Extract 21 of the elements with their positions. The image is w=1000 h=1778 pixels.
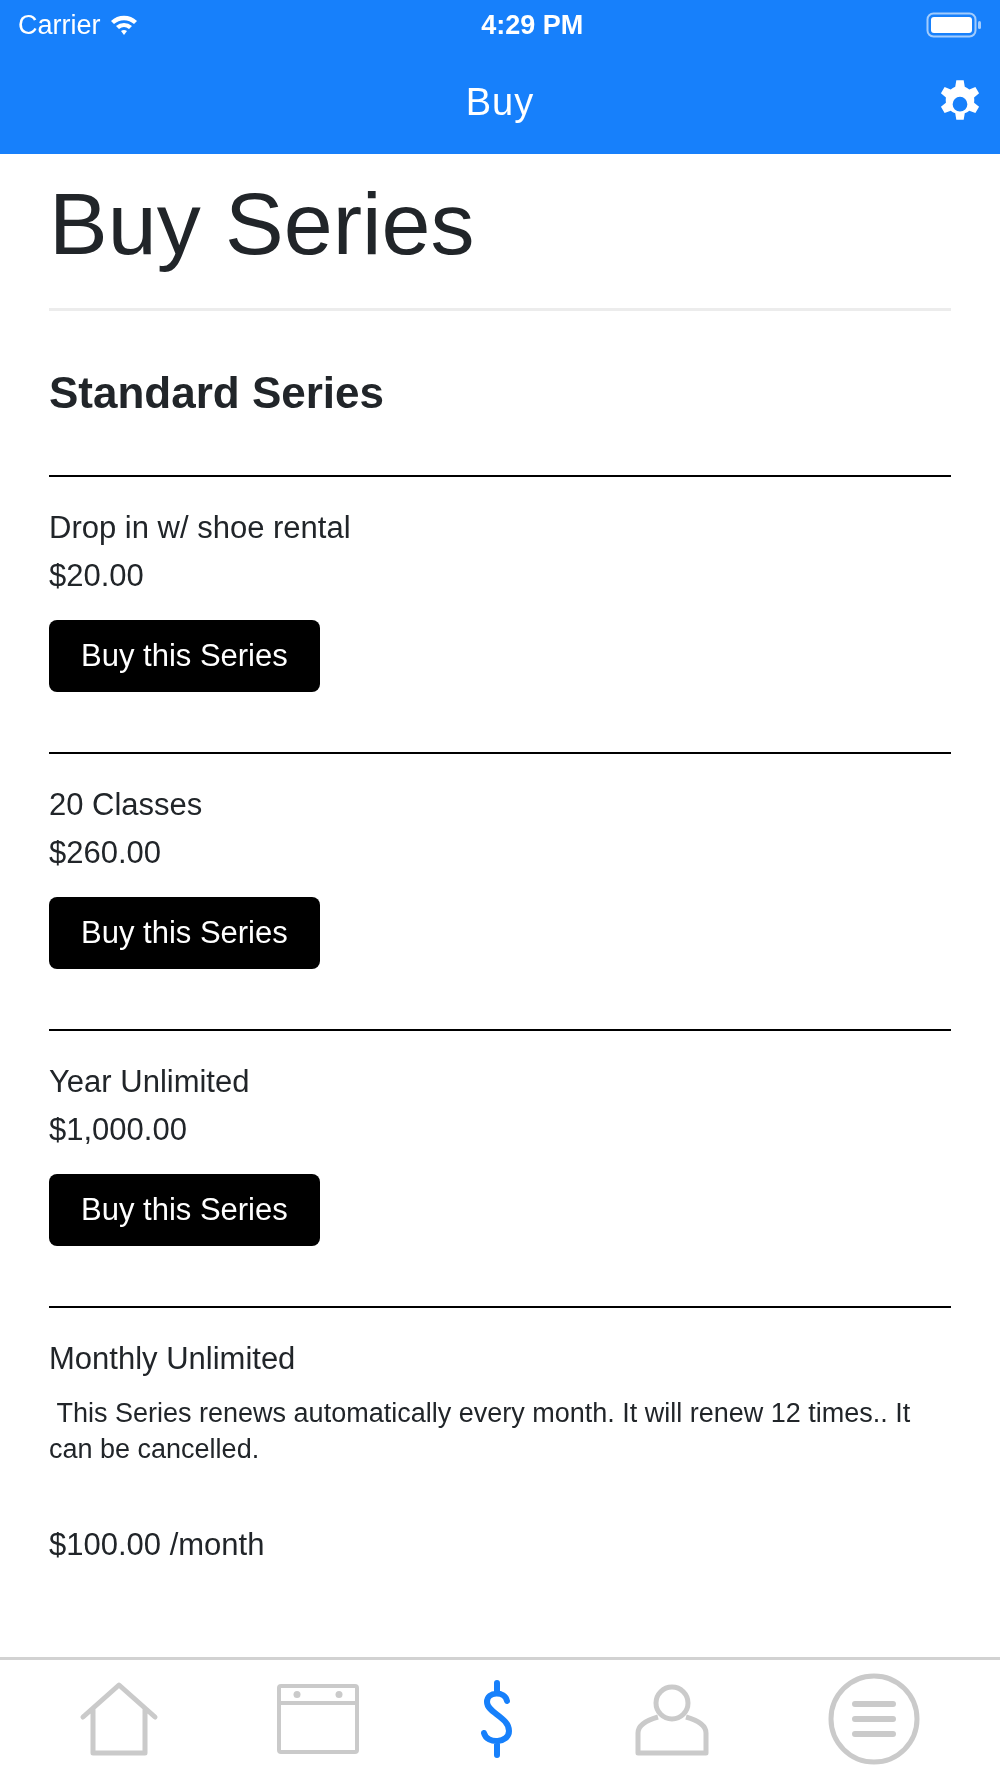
series-description: This Series renews automatically every month. It will renew 12 times.. It can be cancelled. xyxy=(49,1396,912,1466)
home-icon[interactable] xyxy=(78,1681,159,1757)
section-title: Standard Series xyxy=(49,370,386,415)
series-price: $100.00 /month xyxy=(49,1526,266,1563)
series-price: $20.00 xyxy=(49,557,145,594)
page-title: Buy Series xyxy=(49,176,476,273)
buy-button[interactable]: Buy this Series xyxy=(49,1173,320,1246)
battery-icon xyxy=(926,12,982,38)
nav-title: Buy xyxy=(465,79,535,125)
menu-icon[interactable] xyxy=(827,1672,922,1766)
series-name: Drop in w/ shoe rental xyxy=(49,509,352,546)
calendar-icon[interactable] xyxy=(275,1683,360,1755)
series-name: Year Unlimited xyxy=(49,1063,251,1100)
buy-button[interactable]: Buy this Series xyxy=(49,896,320,969)
clock: 4:29 PM xyxy=(481,8,584,42)
series-price: $260.00 xyxy=(49,834,163,871)
series-price: $1,000.00 xyxy=(49,1111,188,1148)
series-name: 20 Classes xyxy=(49,786,204,823)
buy-button[interactable]: Buy this Series xyxy=(49,619,320,692)
series-name: Monthly Unlimited xyxy=(49,1340,297,1377)
carrier-label: Carrier xyxy=(18,8,101,42)
